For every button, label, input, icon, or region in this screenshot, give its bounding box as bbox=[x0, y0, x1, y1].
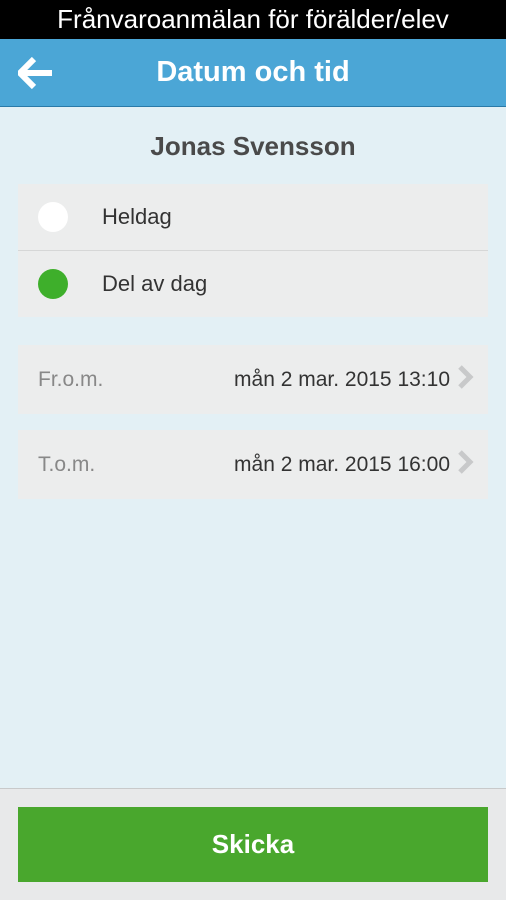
page-title: Datum och tid bbox=[0, 56, 506, 89]
back-arrow-icon bbox=[18, 57, 54, 89]
chevron-right-icon bbox=[458, 365, 474, 394]
to-date-row[interactable]: T.o.m. mån 2 mar. 2015 16:00 bbox=[18, 430, 488, 499]
app-title: Frånvaroanmälan för förälder/elev bbox=[57, 4, 449, 34]
send-button-label: Skicka bbox=[212, 829, 294, 859]
duration-options: Heldag Del av dag bbox=[18, 184, 488, 317]
back-button[interactable] bbox=[18, 57, 54, 89]
footer: Skicka bbox=[0, 788, 506, 900]
to-label: T.o.m. bbox=[38, 453, 95, 477]
chevron-right-icon bbox=[458, 450, 474, 479]
student-name: Jonas Svensson bbox=[0, 107, 506, 184]
from-date-row[interactable]: Fr.o.m. mån 2 mar. 2015 13:10 bbox=[18, 345, 488, 414]
to-value: mån 2 mar. 2015 16:00 bbox=[95, 453, 450, 477]
from-value: mån 2 mar. 2015 13:10 bbox=[103, 368, 450, 392]
app-title-bar: Frånvaroanmälan för förälder/elev bbox=[0, 0, 506, 39]
content-area: Jonas Svensson Heldag Del av dag Fr.o.m.… bbox=[0, 107, 506, 788]
navigation-bar: Datum och tid bbox=[0, 39, 506, 107]
from-label: Fr.o.m. bbox=[38, 368, 103, 392]
option-heldag[interactable]: Heldag bbox=[18, 184, 488, 251]
radio-unselected-icon bbox=[38, 202, 68, 232]
date-range-section: Fr.o.m. mån 2 mar. 2015 13:10 T.o.m. mån… bbox=[18, 345, 488, 499]
send-button[interactable]: Skicka bbox=[18, 807, 488, 882]
option-label: Del av dag bbox=[102, 271, 207, 297]
radio-selected-icon bbox=[38, 269, 68, 299]
option-label: Heldag bbox=[102, 204, 172, 230]
option-del-av-dag[interactable]: Del av dag bbox=[18, 251, 488, 317]
